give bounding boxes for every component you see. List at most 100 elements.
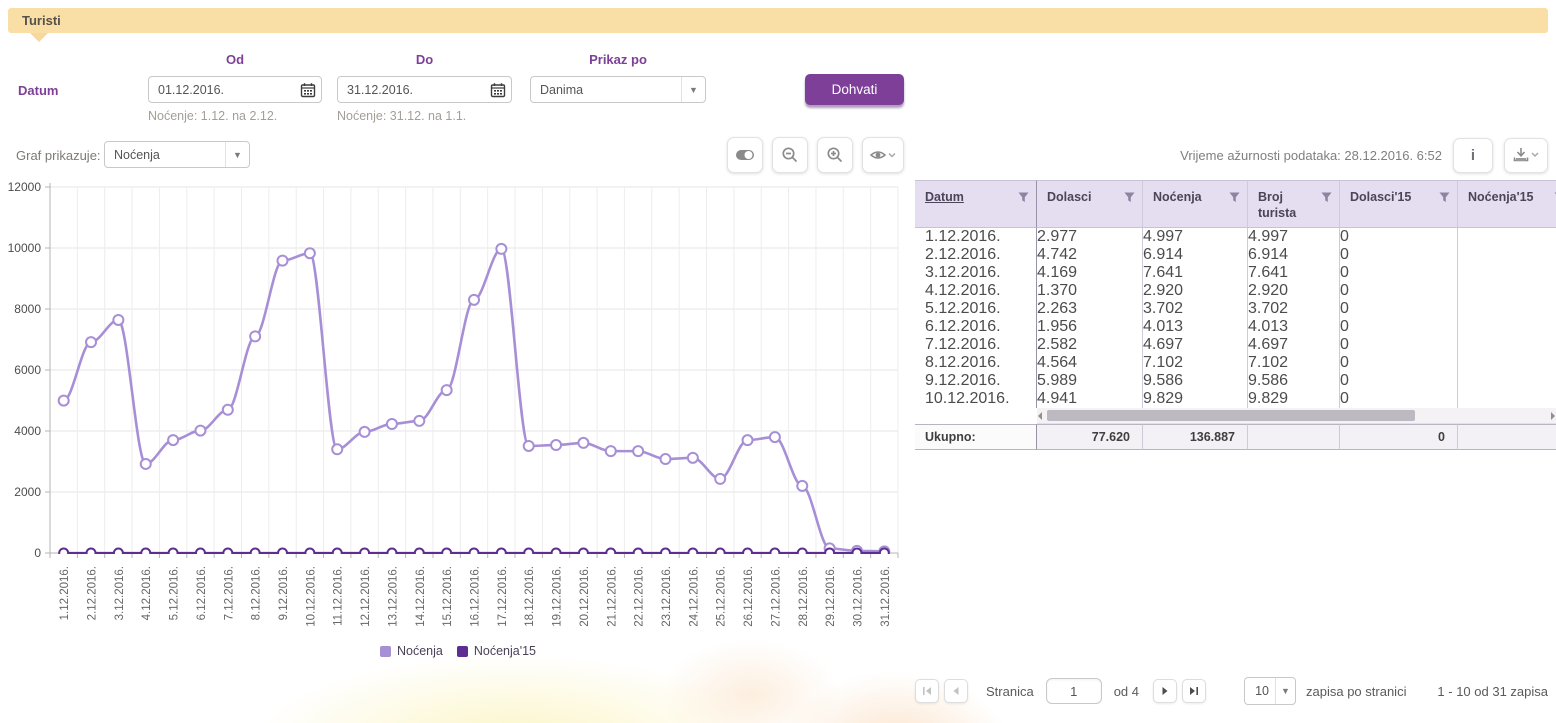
table-row[interactable]: 6.12.2016.1.9564.0134.0130 <box>915 318 1556 336</box>
data-point[interactable] <box>168 435 178 445</box>
fetch-button[interactable]: Dohvati <box>805 74 904 105</box>
data-point[interactable] <box>524 549 533 558</box>
data-point[interactable] <box>278 256 288 266</box>
filter-icon[interactable] <box>1321 192 1332 203</box>
data-point[interactable] <box>278 549 287 558</box>
data-point[interactable] <box>223 405 233 415</box>
data-point[interactable] <box>169 549 178 558</box>
data-point[interactable] <box>716 549 725 558</box>
data-point[interactable] <box>87 549 96 558</box>
data-point[interactable] <box>634 549 643 558</box>
last-page-button[interactable] <box>1182 679 1206 703</box>
data-point[interactable] <box>797 481 807 491</box>
data-point[interactable] <box>223 549 232 558</box>
data-point[interactable] <box>660 454 670 464</box>
data-point[interactable] <box>825 549 834 558</box>
scroll-right-arrow-icon[interactable] <box>1551 412 1555 420</box>
data-point[interactable] <box>442 549 451 558</box>
info-button[interactable]: i <box>1453 138 1493 173</box>
table-row[interactable]: 9.12.2016.5.9899.5869.5860 <box>915 372 1556 390</box>
data-point[interactable] <box>250 331 260 341</box>
data-point[interactable] <box>59 396 69 406</box>
data-point[interactable] <box>387 419 397 429</box>
column-header-3[interactable]: Noćenja <box>1143 180 1248 228</box>
export-button[interactable] <box>1504 138 1548 173</box>
data-point[interactable] <box>606 549 615 558</box>
legend-item[interactable]: Noćenja'15 <box>457 644 536 658</box>
data-point[interactable] <box>852 549 861 558</box>
data-point[interactable] <box>59 549 68 558</box>
data-point[interactable] <box>633 446 643 456</box>
page-number-input[interactable] <box>1046 678 1102 704</box>
data-point[interactable] <box>305 549 314 558</box>
table-row[interactable]: 3.12.2016.4.1697.6417.6410 <box>915 264 1556 282</box>
data-point[interactable] <box>715 474 725 484</box>
data-point[interactable] <box>770 549 779 558</box>
page-size-select[interactable]: 10 ▼ <box>1244 677 1296 705</box>
data-point[interactable] <box>195 426 205 436</box>
data-point[interactable] <box>496 244 506 254</box>
data-point[interactable] <box>524 441 534 451</box>
legend-item[interactable]: Noćenja <box>380 644 443 658</box>
data-point[interactable] <box>196 549 205 558</box>
zoom-in-button[interactable] <box>817 137 853 173</box>
filter-icon[interactable] <box>1124 192 1135 203</box>
data-point[interactable] <box>86 337 96 347</box>
data-point[interactable] <box>414 416 424 426</box>
table-row[interactable]: 8.12.2016.4.5647.1027.1020 <box>915 354 1556 372</box>
data-point[interactable] <box>470 549 479 558</box>
column-header-2[interactable]: Dolasci <box>1037 180 1143 228</box>
data-point[interactable] <box>305 248 315 258</box>
column-header-1[interactable]: Datum <box>915 180 1037 228</box>
filter-icon[interactable] <box>1018 192 1029 203</box>
scroll-left-arrow-icon[interactable] <box>1038 412 1042 420</box>
scrollbar-thumb[interactable] <box>1047 410 1415 421</box>
data-point[interactable] <box>798 549 807 558</box>
data-point[interactable] <box>332 444 342 454</box>
data-point[interactable] <box>688 453 698 463</box>
data-point[interactable] <box>469 295 479 305</box>
date-to-field[interactable]: 31.12.2016. <box>337 76 512 103</box>
next-page-button[interactable] <box>1153 679 1177 703</box>
data-point[interactable] <box>141 549 150 558</box>
data-point[interactable] <box>688 549 697 558</box>
data-point[interactable] <box>114 549 123 558</box>
column-header-4[interactable]: Broj turista <box>1248 180 1340 228</box>
data-point[interactable] <box>251 549 260 558</box>
data-point[interactable] <box>551 440 561 450</box>
data-point[interactable] <box>661 549 670 558</box>
graph-metric-select[interactable]: Noćenja ▼ <box>104 141 250 168</box>
visibility-menu-button[interactable] <box>862 137 904 173</box>
filter-icon[interactable] <box>1439 192 1450 203</box>
calendar-icon[interactable] <box>485 77 511 102</box>
data-point[interactable] <box>141 459 151 469</box>
table-row[interactable]: 4.12.2016.1.3702.9202.9200 <box>915 282 1556 300</box>
table-row[interactable]: 5.12.2016.2.2633.7023.7020 <box>915 300 1556 318</box>
data-point[interactable] <box>360 549 369 558</box>
data-point[interactable] <box>770 432 780 442</box>
column-header-5[interactable]: Dolasci'15 <box>1340 180 1458 228</box>
data-point[interactable] <box>578 438 588 448</box>
data-point[interactable] <box>333 549 342 558</box>
first-page-button[interactable] <box>915 679 939 703</box>
data-point[interactable] <box>552 549 561 558</box>
calendar-icon[interactable] <box>295 77 321 102</box>
prev-page-button[interactable] <box>944 679 968 703</box>
data-point[interactable] <box>743 549 752 558</box>
table-row[interactable]: 7.12.2016.2.5824.6974.6970 <box>915 336 1556 354</box>
data-point[interactable] <box>606 446 616 456</box>
table-row[interactable]: 10.12.2016.4.9419.8299.8290 <box>915 390 1556 408</box>
data-point[interactable] <box>113 315 123 325</box>
table-row[interactable]: 1.12.2016.2.9774.9974.9970 <box>915 228 1556 246</box>
data-point[interactable] <box>743 435 753 445</box>
date-from-field[interactable]: 01.12.2016. <box>148 76 322 103</box>
prikaz-po-select[interactable]: Danima ▼ <box>530 76 706 103</box>
data-point[interactable] <box>415 549 424 558</box>
data-point[interactable] <box>387 549 396 558</box>
toggle-series-button[interactable] <box>727 137 763 173</box>
data-point[interactable] <box>360 427 370 437</box>
data-point[interactable] <box>442 385 452 395</box>
zoom-out-button[interactable] <box>772 137 808 173</box>
horizontal-scrollbar[interactable] <box>915 408 1556 424</box>
filter-icon[interactable] <box>1229 192 1240 203</box>
